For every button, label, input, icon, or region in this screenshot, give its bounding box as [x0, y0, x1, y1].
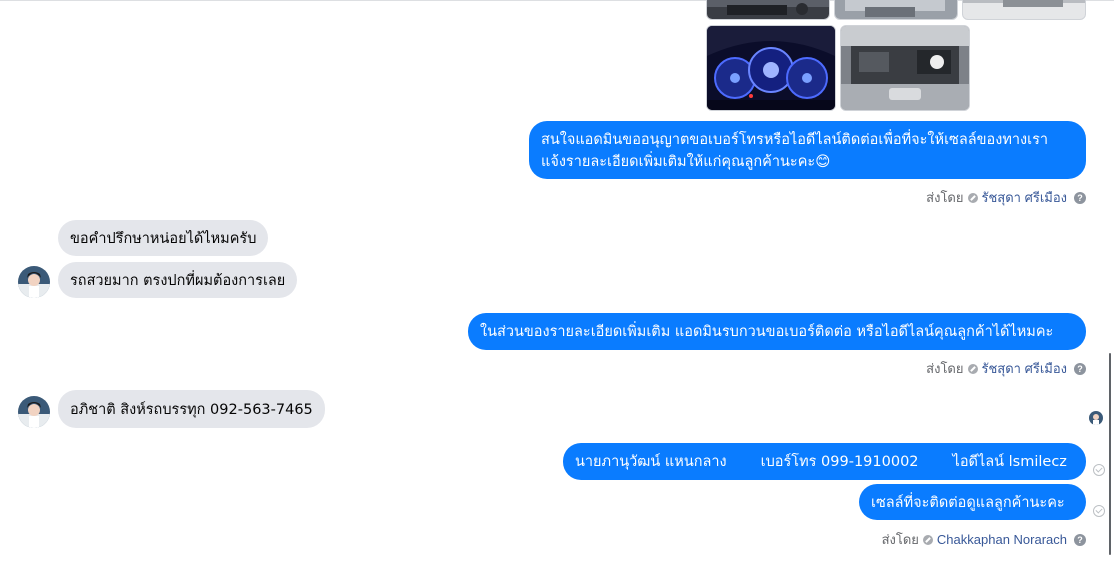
delivered-check-icon	[1093, 505, 1105, 517]
sender-name-link[interactable]: รัชสุดา ศรีเมือง	[982, 358, 1068, 379]
help-icon[interactable]: ?	[1074, 362, 1086, 375]
sender-name-link[interactable]: รัชสุดา ศรีเมือง	[982, 187, 1068, 208]
outgoing-message-bubble: ในส่วนของรายละเอียดเพิ่มเติม แอดมินรบกวน…	[468, 313, 1086, 350]
dashboard-photo-thumbnail[interactable]	[706, 25, 836, 111]
delivered-check-icon	[1093, 464, 1105, 476]
message-text: แจ้งรายละเอียดเพิ่มเติมให้แก่คุณลูกค้านะ…	[541, 154, 816, 170]
incoming-message-bubble: อภิชาติ สิงห์รถบรรทุก 092-563-7465	[58, 390, 325, 428]
incoming-message-bubble: ขอคำปรึกษาหน่อยได้ไหมครับ	[58, 220, 269, 256]
incoming-message-bubble: รถสวยมาก ตรงปกที่ผมต้องการเลย	[58, 262, 298, 298]
sent-by-info: ส่งโดย รัชสุดา ศรีเมือง ?	[926, 187, 1086, 208]
sender-name-link[interactable]: Chakkaphan Norarach	[937, 532, 1067, 547]
smile-emoji: 😊	[815, 154, 831, 170]
message-text: เซลล์ที่จะติดต่อดูแลลูกค้านะคะ	[871, 494, 1065, 511]
outgoing-message-bubble: สนใจแอดมินขออนุญาตขอเบอร์โทรหรือไอดีไลน์…	[529, 121, 1086, 179]
verified-icon	[922, 534, 933, 545]
sent-by-label: ส่งโดย	[926, 361, 964, 376]
car-photo-thumbnail[interactable]	[706, 0, 830, 20]
customer-avatar[interactable]	[18, 266, 50, 298]
help-icon[interactable]: ?	[1074, 191, 1086, 204]
message-text: สนใจแอดมินขออนุญาตขอเบอร์โทรหรือไอดีไลน์…	[541, 132, 1049, 148]
contact-phone-text: เบอร์โทร 099-1910002	[760, 454, 919, 470]
engine-bay-photo-thumbnail[interactable]	[840, 25, 970, 111]
contact-name-text: นายภานุวัฒน์ แหนกลาง	[575, 454, 727, 470]
help-icon[interactable]: ?	[1074, 533, 1086, 546]
sent-by-label: ส่งโดย	[926, 190, 964, 205]
sent-by-label: ส่งโดย	[881, 532, 919, 547]
message-text: รถสวยมาก ตรงปกที่ผมต้องการเลย	[70, 272, 286, 289]
message-text: ในส่วนของรายละเอียดเพิ่มเติม แอดมินรบกวน…	[480, 324, 1054, 340]
message-text: ขอคำปรึกษาหน่อยได้ไหมครับ	[70, 230, 257, 247]
outgoing-message-bubble: นายภานุวัฒน์ แหนกลาง เบอร์โทร 099-191000…	[563, 443, 1086, 480]
car-photo-thumbnail[interactable]	[962, 0, 1086, 20]
scrollbar[interactable]	[1109, 353, 1111, 555]
sent-by-info: ส่งโดย รัชสุดา ศรีเมือง ?	[926, 358, 1086, 379]
customer-avatar[interactable]	[18, 396, 50, 428]
seen-by-avatar	[1089, 411, 1103, 425]
outgoing-message-bubble: เซลล์ที่จะติดต่อดูแลลูกค้านะคะ	[859, 484, 1086, 520]
sent-by-info: ส่งโดย Chakkaphan Norarach ?	[882, 529, 1086, 550]
car-photo-thumbnail[interactable]	[834, 0, 958, 20]
verified-icon	[967, 192, 978, 203]
message-text: อภิชาติ สิงห์รถบรรทุก 092-563-7465	[70, 401, 313, 418]
verified-icon	[967, 363, 978, 374]
contact-line-id-text: ไอดีไลน์ lsmilecz	[952, 454, 1067, 470]
